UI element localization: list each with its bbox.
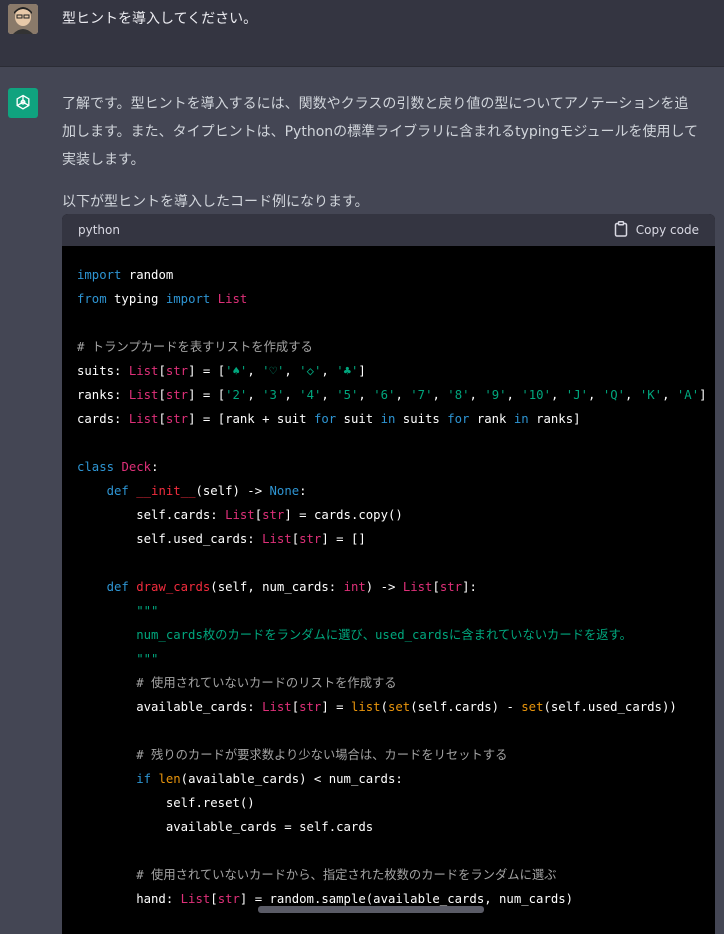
code-line: available_cards = self.cards [77,820,374,834]
code-line: if len(available_cards) < num_cards: [136,772,403,786]
code-line: from typing import List [77,292,248,306]
assistant-answer: 了解です。型ヒントを導入するには、関数やクラスの引数と戻り値の型についてアノテー… [62,90,702,230]
code-line: suits: List[str] = ['♠', '♡', '◇', '♣'] [77,364,366,378]
user-message-row: 型ヒントを導入してください。 [0,0,724,67]
code-block-header: python Copy code [62,214,715,246]
code-line: class Deck: [77,460,159,474]
code-language-label: python [78,223,120,237]
code-line: import random [77,268,174,282]
clipboard-icon [614,220,628,240]
code-line: # トランプカードを表すリストを作成する [77,340,313,354]
code-line: num_cards枚のカードをランダムに選び、used_cardsに含まれていな… [77,628,632,642]
user-avatar [8,4,38,34]
code-line: cards: List[str] = [rank + suit for suit… [77,412,581,426]
user-message-text: 型ヒントを導入してください。 [62,11,258,27]
chatgpt-logo-icon [8,88,38,118]
code-content: import random from typing import List # ト… [62,246,715,911]
code-line: available_cards: List[str] = list(set(se… [77,700,677,714]
code-line: self.used_cards: List[str] = [] [77,532,366,546]
code-line: self.cards: List[str] = cards.copy() [77,508,403,522]
code-line: """ [136,652,159,666]
code-line: def __init__(self) -> None: [106,484,307,498]
code-line: def draw_cards(self, num_cards: int) -> … [106,580,477,594]
code-line: ranks: List[str] = ['2', '3', '4', '5', … [77,388,707,402]
copy-code-label: Copy code [635,223,699,237]
horizontal-scrollbar[interactable] [258,906,484,913]
code-block: python Copy code import random from typin… [62,214,715,934]
code-line: self.reset() [77,796,255,810]
code-line: # 使用されていないカードのリストを作成する [77,676,397,690]
code-line: # 残りのカードが要求数より少ない場合は、カードをリセットする [77,748,508,762]
answer-paragraph-2: 以下が型ヒントを導入したコード例になります。 [62,194,369,210]
code-line: """ [136,604,159,618]
copy-code-button[interactable]: Copy code [614,220,699,240]
code-line: # 使用されていないカードから、指定された枚数のカードをランダムに選ぶ [77,868,557,882]
answer-paragraph-1: 了解です。型ヒントを導入するには、関数やクラスの引数と戻り値の型についてアノテー… [62,96,699,168]
